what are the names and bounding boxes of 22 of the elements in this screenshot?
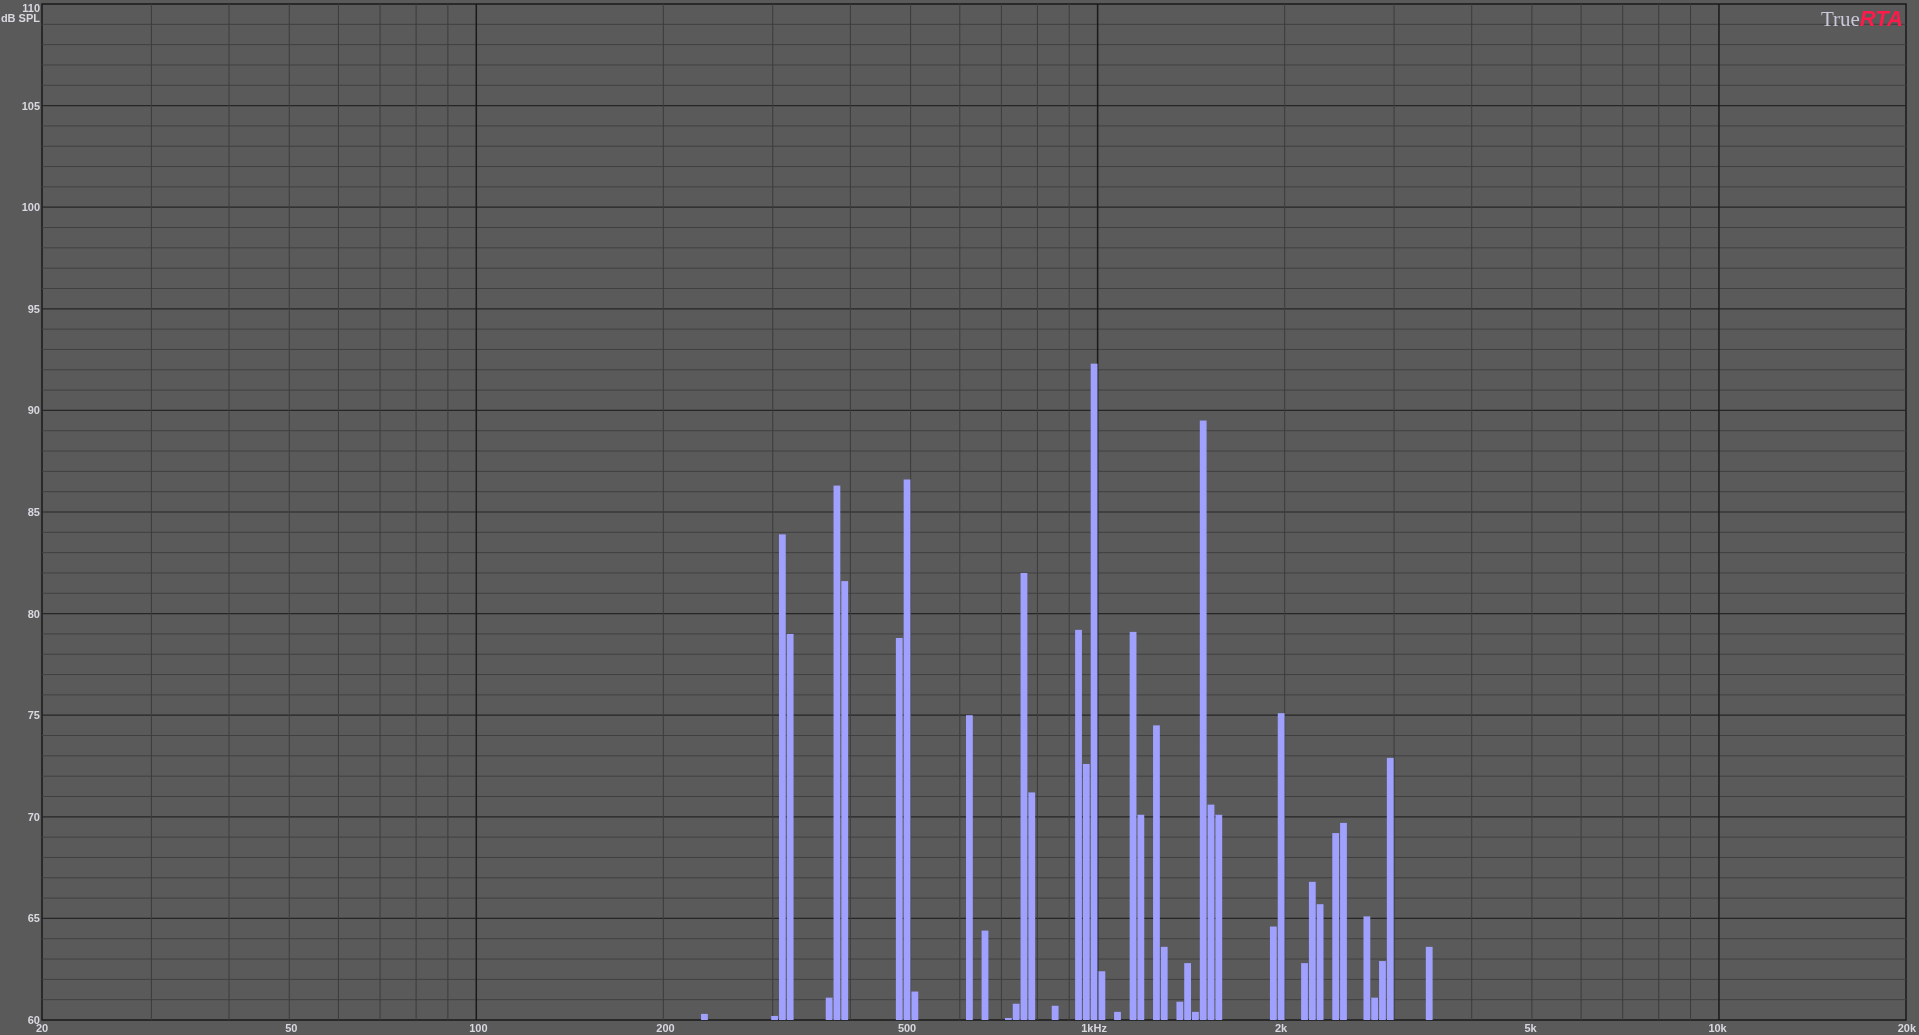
x-tick-label: 100 <box>469 1022 488 1034</box>
y-tick-label: 110 <box>22 2 40 14</box>
x-tick-label: 50 <box>285 1022 298 1034</box>
y-tick-label: 100 <box>21 201 40 214</box>
x-tick-label: 200 <box>656 1022 675 1034</box>
y-tick-label: 90 <box>27 404 40 417</box>
x-tick-label: 10k <box>1708 1022 1727 1034</box>
x-tick-label: 500 <box>897 1022 917 1034</box>
y-tick-label: 80 <box>27 607 40 620</box>
x-tick-label: 20k <box>1897 1022 1916 1034</box>
y-tick-label: 70 <box>27 810 40 823</box>
y-tick-label: 105 <box>21 99 40 112</box>
x-tick-label: 5k <box>1524 1022 1537 1034</box>
y-axis-label: dB SPL <box>0 12 40 24</box>
x-tick-label: 1kHz <box>1081 1022 1107 1034</box>
y-tick-label: 75 <box>27 709 40 722</box>
y-tick-label: 85 <box>27 506 40 518</box>
y-tick-label: 65 <box>27 912 40 925</box>
logo-accent: RTA <box>1859 5 1903 33</box>
x-tick-label: 2k <box>1275 1022 1288 1034</box>
logo-text: True <box>1820 6 1860 33</box>
y-tick-label: 95 <box>27 302 40 315</box>
